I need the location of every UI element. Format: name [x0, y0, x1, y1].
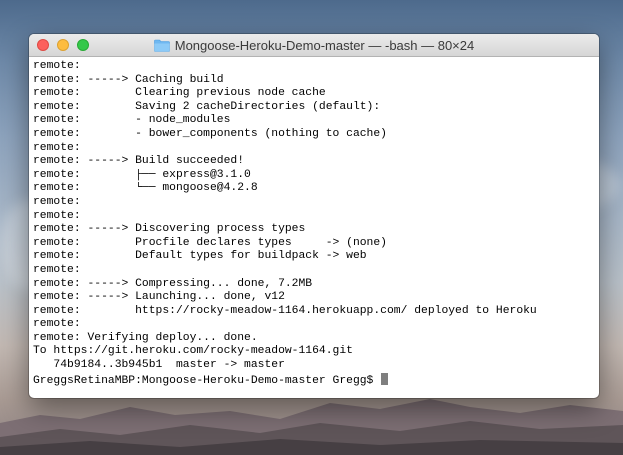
terminal-line: remote: Verifying deploy... done.	[33, 331, 258, 344]
terminal-line: remote: Clearing previous node cache	[33, 87, 326, 100]
shell-prompt: GreggsRetinaMBP:Mongoose-Heroku-Demo-mas…	[33, 374, 381, 387]
terminal-line: remote:	[33, 195, 81, 208]
folder-icon	[153, 39, 170, 52]
terminal-line: remote: - bower_components (nothing to c…	[33, 127, 387, 140]
window-controls	[37, 39, 89, 51]
terminal-line: remote:	[33, 318, 81, 331]
terminal-line: remote:	[33, 263, 81, 276]
title-bar[interactable]: Mongoose-Heroku-Demo-master — -bash — 80…	[29, 34, 599, 57]
terminal-line: remote: - node_modules	[33, 114, 231, 127]
terminal-line: remote: https://rocky-meadow-1164.heroku…	[33, 304, 537, 317]
window-title-group: Mongoose-Heroku-Demo-master — -bash — 80…	[153, 37, 475, 53]
terminal-line: remote: ├── express@3.1.0	[33, 168, 251, 181]
terminal-line: remote:	[33, 141, 81, 154]
close-button[interactable]	[37, 39, 49, 51]
window-title: Mongoose-Heroku-Demo-master — -bash — 80…	[174, 37, 475, 53]
terminal-window[interactable]: Mongoose-Heroku-Demo-master — -bash — 80…	[29, 34, 599, 398]
terminal-line: remote: -----> Launching... done, v12	[33, 291, 285, 304]
terminal-output[interactable]: remote: remote: -----> Caching build rem…	[29, 57, 599, 386]
terminal-line: To https://git.heroku.com/rocky-meadow-1…	[33, 345, 353, 358]
zoom-button[interactable]	[77, 39, 89, 51]
terminal-line: remote: -----> Caching build	[33, 73, 224, 86]
terminal-line: remote: Procfile declares types -> (none…	[33, 236, 387, 249]
prompt-line[interactable]: GreggsRetinaMBP:Mongoose-Heroku-Demo-mas…	[33, 372, 595, 387]
terminal-line: remote: -----> Discovering process types	[33, 223, 306, 236]
minimize-button[interactable]	[57, 39, 69, 51]
text-cursor	[381, 372, 389, 385]
terminal-line: remote: Default types for buildpack -> w…	[33, 250, 367, 263]
terminal-line: remote: -----> Build succeeded!	[33, 155, 245, 168]
terminal-line: remote: └── mongoose@4.2.8	[33, 182, 258, 195]
terminal-line: remote: -----> Compressing... done, 7.2M…	[33, 277, 313, 290]
terminal-line: remote:	[33, 60, 81, 72]
terminal-line: remote: Saving 2 cacheDirectories (defau…	[33, 100, 381, 113]
terminal-line: 74b9184..3b945b1 master -> master	[33, 359, 285, 372]
terminal-line: remote:	[33, 209, 81, 222]
